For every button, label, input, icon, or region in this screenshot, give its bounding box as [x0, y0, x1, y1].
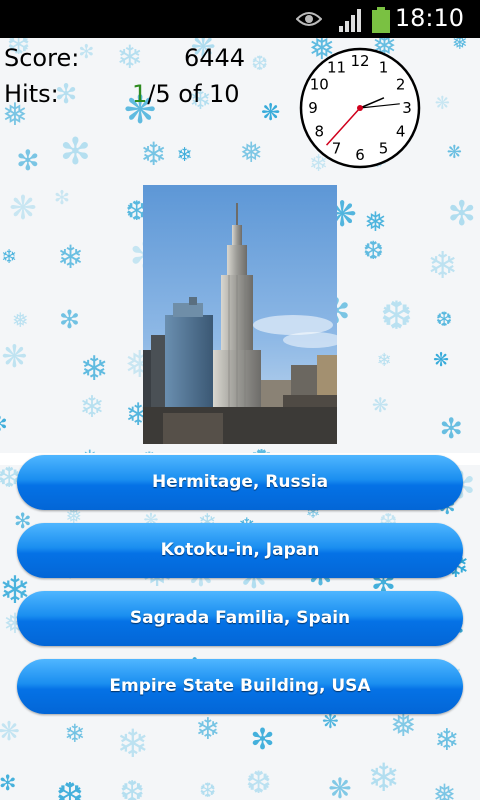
battery-icon	[372, 7, 390, 33]
snowflake-icon: ❄	[1, 246, 17, 269]
clock-numeral: 5	[379, 140, 389, 158]
snowflake-icon: ❆	[362, 235, 384, 265]
status-bar: 18:10	[0, 0, 480, 38]
snowflake-icon: ❋	[9, 187, 37, 227]
clock-numeral: 2	[396, 76, 406, 94]
clock-numeral: 7	[332, 140, 342, 158]
snowflake-icon: ❄	[116, 38, 144, 76]
clock-numeral: 1	[379, 58, 389, 76]
snowflake-icon: ❋	[1, 339, 28, 376]
snowflake-icon: ❅	[239, 136, 264, 170]
snowflake-icon: ❋	[433, 349, 450, 372]
hits-value: 1/5 of 10	[132, 80, 240, 108]
snowflake-icon: ✻	[0, 770, 17, 795]
snowflake-icon: ❄	[64, 719, 86, 749]
snowflake-icon: ✻	[0, 413, 8, 435]
snowflake-icon: ❆	[56, 775, 84, 800]
answer-button-3[interactable]: Sagrada Familia, Spain	[17, 591, 463, 646]
snowflake-icon: ❋	[328, 772, 352, 800]
status-time: 18:10	[394, 4, 464, 32]
snowflake-icon: ❋	[371, 392, 389, 417]
snowflake-icon: ❄	[140, 134, 167, 173]
snowflake-icon: ✻	[439, 412, 463, 446]
hits-label: Hits:	[4, 80, 59, 108]
snowflake-icon: ❆	[380, 293, 413, 339]
snowflake-icon: ✻	[447, 194, 476, 235]
snowflake-icon: ❋	[321, 709, 339, 734]
snowflake-icon: ✻	[54, 186, 70, 209]
hits-total: /5 of 10	[147, 80, 240, 108]
answer-button-4[interactable]: Empire State Building, USA	[17, 659, 463, 714]
hits-current: 1	[132, 80, 148, 108]
snowflake-icon: ❆	[119, 774, 145, 800]
eye-icon	[296, 12, 322, 26]
snowflake-icon: ❄	[367, 756, 401, 800]
signal-icon	[339, 9, 361, 32]
score-label: Score:	[4, 44, 80, 72]
clock-numeral: 4	[396, 123, 406, 141]
answer-button-2[interactable]: Kotoku-in, Japan	[17, 523, 463, 578]
snowflake-icon: ❄	[176, 143, 193, 166]
clock-numeral: 6	[355, 146, 365, 164]
clock-numeral: 11	[327, 58, 346, 76]
snowflake-icon: ❆	[245, 764, 272, 800]
snowflake-icon: ❋	[260, 100, 281, 127]
snowflake-icon: ❅	[451, 38, 468, 55]
snowflake-icon: ✻	[250, 721, 275, 756]
empire-state-building-photo	[143, 185, 337, 444]
snowflake-icon: ❆	[251, 50, 269, 75]
clock-numeral: 12	[350, 52, 369, 70]
clock-numeral: 8	[315, 123, 325, 141]
answer-button-1[interactable]: Hermitage, Russia	[17, 455, 463, 510]
snowflake-icon: ✻	[59, 129, 91, 173]
snowflake-icon: ✻	[78, 41, 95, 64]
snowflake-icon: ❄	[116, 722, 150, 768]
snowflake-icon: ❅	[11, 308, 29, 333]
timer-clock: 12 12 3 45678 9 1011	[299, 47, 421, 169]
snowflake-icon: ❋	[446, 141, 462, 163]
snowflake-icon: ✻	[58, 305, 80, 335]
clock-numeral: 10	[310, 76, 329, 94]
snowflake-icon: ❆	[199, 778, 217, 800]
snowflake-icon: ❋	[434, 93, 450, 115]
snowflake-icon: ❅	[432, 777, 457, 800]
score-value: 6444	[184, 44, 246, 72]
snowflake-icon: ❄	[427, 243, 459, 287]
snowflake-icon: ❄	[79, 348, 109, 389]
snowflake-icon: ❄	[57, 238, 84, 277]
clock-center	[357, 105, 363, 111]
snowflake-icon: ❄	[79, 389, 105, 425]
snowflake-icon: ❄	[376, 349, 392, 371]
snowflake-icon: ❄	[434, 723, 460, 759]
clock-numeral: 9	[308, 99, 318, 117]
snowflake-icon: ✻	[16, 144, 40, 178]
snowflake-icon: ❋	[0, 717, 20, 748]
clock-numeral: 3	[402, 99, 412, 117]
snowflake-icon: ❆	[435, 307, 453, 332]
snowflake-icon: ❅	[364, 207, 387, 239]
snowflake-icon: ❄	[195, 712, 221, 748]
